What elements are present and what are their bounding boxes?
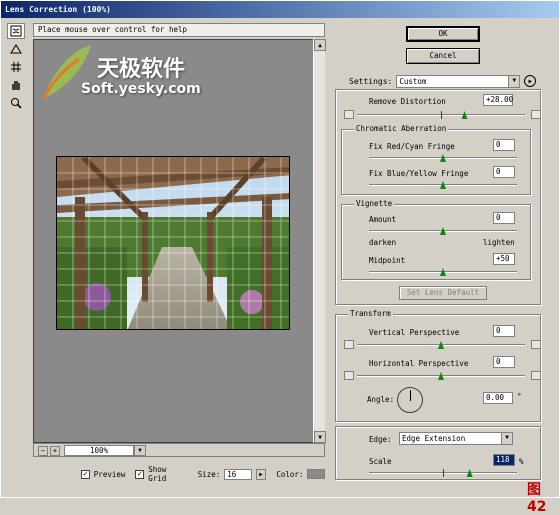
watermark-logo: 天极软件 Soft.yesky.com: [35, 41, 205, 111]
midpoint-slider[interactable]: [369, 268, 517, 276]
scale-label: Scale: [369, 457, 392, 466]
remove-distortion-tool-icon[interactable]: [7, 23, 25, 39]
zoom-dropdown-arrow-icon[interactable]: ▼: [134, 445, 146, 456]
blue-yellow-fringe-label: Fix Blue/Yellow Fringe: [369, 169, 469, 178]
vertical-perspective-icon: [344, 340, 354, 349]
midpoint-field[interactable]: +50: [493, 253, 515, 265]
hand-tool-icon[interactable]: [7, 77, 25, 93]
straighten-tool-icon[interactable]: [7, 41, 25, 57]
zoom-level-field[interactable]: 100%: [64, 445, 134, 456]
barrel-icon: [531, 110, 541, 119]
vertical-perspective-slider[interactable]: [357, 341, 525, 349]
scroll-up-arrow-icon[interactable]: ▲: [314, 39, 326, 51]
remove-distortion-slider[interactable]: [357, 111, 525, 119]
show-grid-label: Show Grid: [148, 465, 167, 483]
edge-value: Edge Extension: [402, 434, 466, 443]
figure-number: 图42: [527, 482, 547, 515]
preview-label: Preview: [93, 469, 126, 479]
help-hint-bar: Place mouse over control for help: [33, 23, 325, 37]
watermark-site: Soft.yesky.com: [81, 81, 201, 97]
vertical-perspective-field[interactable]: 0: [493, 325, 515, 337]
angle-label: Angle:: [367, 395, 395, 404]
lighten-label: lighten: [483, 238, 515, 247]
remove-distortion-field[interactable]: +28.00: [483, 94, 513, 106]
grid-color-label: Color:: [276, 469, 304, 479]
vertical-scrollbar[interactable]: ▲ ▼: [313, 39, 326, 443]
zoom-tool-icon[interactable]: [7, 95, 25, 111]
ok-button[interactable]: OK: [406, 26, 480, 42]
horizontal-perspective-label: Horizontal Perspective: [369, 359, 469, 368]
vignette-title: Vignette: [354, 199, 395, 208]
move-grid-tool-icon[interactable]: [7, 59, 25, 75]
scale-unit: %: [519, 457, 524, 466]
zoom-out-button[interactable]: −: [38, 446, 48, 456]
chevron-down-icon: ▼: [501, 433, 512, 444]
preview-photo[interactable]: [56, 156, 290, 330]
settings-dropdown[interactable]: Custom ▼: [396, 74, 521, 88]
chromatic-aberration-title: Chromatic Aberration: [354, 124, 449, 133]
cancel-button[interactable]: Cancel: [406, 48, 480, 64]
blue-yellow-fringe-slider[interactable]: [369, 181, 517, 189]
lens-correction-dialog: Lens Correction (100%) Place mouse over …: [0, 0, 560, 515]
transform-title: Transform: [348, 309, 393, 318]
grid-size-field[interactable]: 16: [224, 468, 252, 480]
midpoint-label: Midpoint: [369, 256, 406, 265]
vignette-amount-field[interactable]: 0: [493, 212, 515, 224]
scroll-down-arrow-icon[interactable]: ▼: [314, 431, 326, 443]
pergola-garden-photo: [57, 157, 289, 329]
watermark-brand: 天极软件: [97, 57, 186, 82]
darken-label: darken: [369, 238, 397, 247]
edge-label: Edge:: [369, 435, 392, 444]
horizontal-perspective-field[interactable]: 0: [493, 356, 515, 368]
tool-strip: [7, 23, 27, 113]
vertical-perspective-label: Vertical Perspective: [369, 328, 460, 337]
vignette-amount-label: Amount: [369, 215, 397, 224]
pincushion-icon: [344, 110, 354, 119]
edge-dropdown[interactable]: Edge Extension ▼: [399, 432, 513, 445]
grid-color-swatch[interactable]: [307, 469, 325, 479]
settings-label: Settings:: [349, 76, 393, 86]
angle-unit: °: [517, 392, 522, 401]
grid-size-label: Size:: [197, 469, 221, 479]
chevron-down-icon: ▼: [508, 75, 520, 87]
horizontal-perspective-icon: [344, 371, 354, 380]
scale-field[interactable]: 118: [493, 454, 515, 466]
red-cyan-fringe-slider[interactable]: [369, 154, 517, 162]
set-lens-default-button[interactable]: Set Lens Default: [399, 286, 487, 300]
horizontal-perspective-slider[interactable]: [357, 372, 525, 380]
scale-slider[interactable]: [369, 469, 517, 477]
vignette-amount-slider[interactable]: [369, 227, 517, 235]
blue-yellow-fringe-field[interactable]: 0: [493, 166, 515, 178]
zoom-bar: − + 100% ▼: [33, 443, 325, 457]
preview-options: ✓ Preview ✓ Show Grid Size: 16 ▶ Color:: [81, 465, 325, 483]
angle-field[interactable]: 0.00: [483, 392, 513, 404]
red-cyan-fringe-label: Fix Red/Cyan Fringe: [369, 142, 455, 151]
show-grid-checkbox[interactable]: ✓: [135, 469, 145, 479]
window-title: Lens Correction (100%): [1, 1, 559, 18]
grid-size-stepper-icon[interactable]: ▶: [255, 468, 267, 480]
angle-dial[interactable]: [397, 387, 423, 413]
red-cyan-fringe-field[interactable]: 0: [493, 139, 515, 151]
horizontal-perspective-alt-icon: [531, 371, 541, 380]
settings-row: Settings: Custom ▼ ▶: [335, 73, 541, 89]
settings-menu-arrow-icon[interactable]: ▶: [524, 75, 537, 87]
vertical-perspective-alt-icon: [531, 340, 541, 349]
remove-distortion-label: Remove Distortion: [369, 97, 446, 106]
settings-value: Custom: [399, 76, 427, 86]
zoom-in-button[interactable]: +: [50, 446, 60, 456]
preview-checkbox[interactable]: ✓: [81, 469, 90, 479]
